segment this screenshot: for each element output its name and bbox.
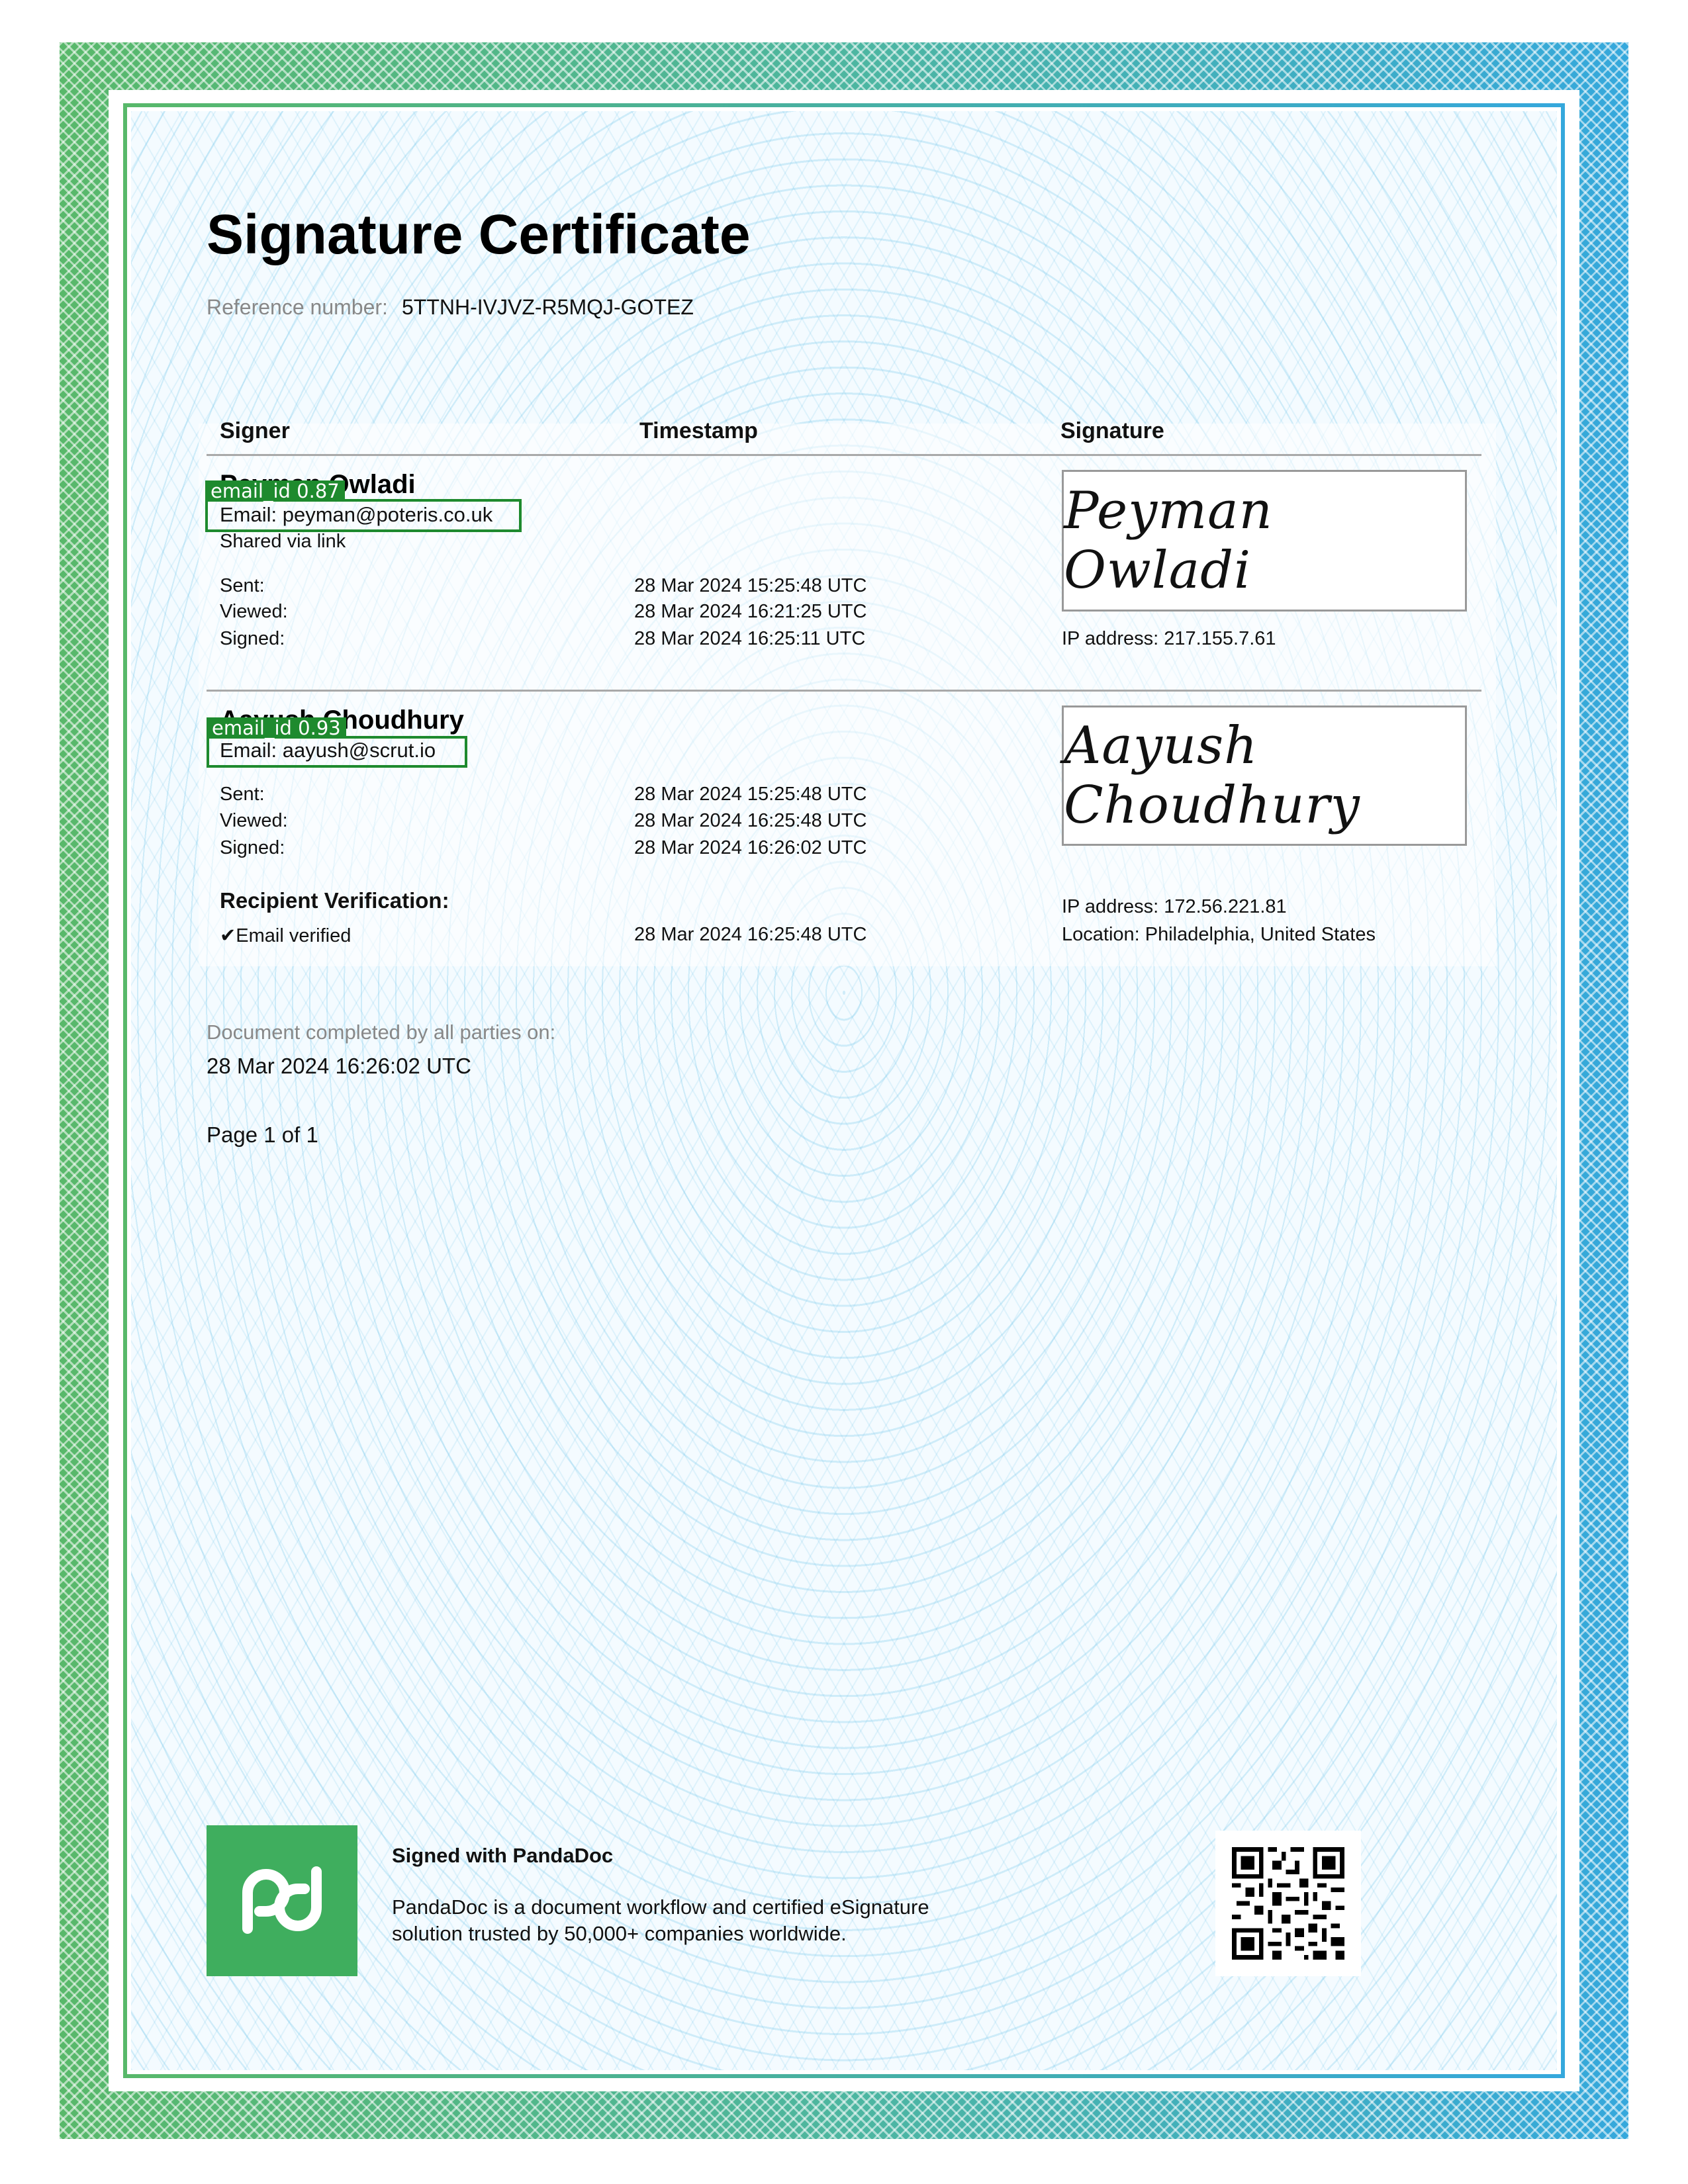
event-label-sent: Sent: <box>220 784 265 805</box>
page-number: Page 1 of 1 <box>207 1122 318 1147</box>
event-time-viewed: 28 Mar 2024 16:21:25 UTC <box>634 601 867 622</box>
verification-item: ✔Email verified <box>220 925 352 946</box>
guilloche-background <box>131 111 1557 2070</box>
event-label-signed: Signed: <box>220 628 285 649</box>
column-header-signature: Signature <box>1060 418 1164 443</box>
ip-address: IP address: 217.155.7.61 <box>1062 628 1276 649</box>
event-time-sent: 28 Mar 2024 15:25:48 UTC <box>634 575 867 596</box>
detection-label: email_id 0.93 <box>207 717 346 739</box>
ip-address: IP address: 172.56.221.81 <box>1062 896 1287 917</box>
event-label-viewed: Viewed: <box>220 810 288 831</box>
reference-number: 5TTNH-IVJVZ-R5MQJ-GOTEZ <box>402 295 694 319</box>
verification-heading: Recipient Verification: <box>220 888 449 913</box>
event-time-signed: 28 Mar 2024 16:26:02 UTC <box>634 837 867 858</box>
signature-box: Peyman Owladi <box>1062 470 1467 612</box>
shared-via: Shared via link <box>220 531 346 552</box>
detection-label: email_id 0.87 <box>205 480 345 502</box>
completion-label: Document completed by all parties on: <box>207 1021 556 1044</box>
signature-image: Peyman Owladi <box>1064 481 1273 600</box>
completion-date: 28 Mar 2024 16:26:02 UTC <box>207 1054 471 1078</box>
event-label-viewed: Viewed: <box>220 601 288 622</box>
footer-line-1: PandaDoc is a document workflow and cert… <box>392 1895 929 1919</box>
signature-box: Aayush Choudhury <box>1062 705 1467 846</box>
event-label-sent: Sent: <box>220 575 265 596</box>
signature-image: Aayush Choudhury <box>1064 716 1360 835</box>
column-header-signer: Signer <box>220 418 290 443</box>
column-header-timestamp: Timestamp <box>639 418 758 443</box>
footer-line-2: solution trusted by 50,000+ companies wo… <box>392 1922 847 1945</box>
reference-label: Reference number: <box>207 295 388 319</box>
detection-box-email <box>205 499 522 532</box>
verification-time: 28 Mar 2024 16:25:48 UTC <box>634 924 867 945</box>
event-label-signed: Signed: <box>220 837 285 858</box>
footer-heading: Signed with PandaDoc <box>392 1844 614 1867</box>
location: Location: Philadelphia, United States <box>1062 924 1376 945</box>
pandadoc-logo-icon <box>207 1825 357 1976</box>
event-time-signed: 28 Mar 2024 16:25:11 UTC <box>634 628 866 649</box>
event-time-viewed: 28 Mar 2024 16:25:48 UTC <box>634 810 867 831</box>
qr-code-icon <box>1215 1831 1361 1976</box>
page-title: Signature Certificate <box>207 203 751 265</box>
detection-box-email <box>207 736 467 768</box>
signer-divider <box>207 690 1481 692</box>
event-time-sent: 28 Mar 2024 15:25:48 UTC <box>634 784 867 805</box>
header-divider <box>207 454 1481 456</box>
